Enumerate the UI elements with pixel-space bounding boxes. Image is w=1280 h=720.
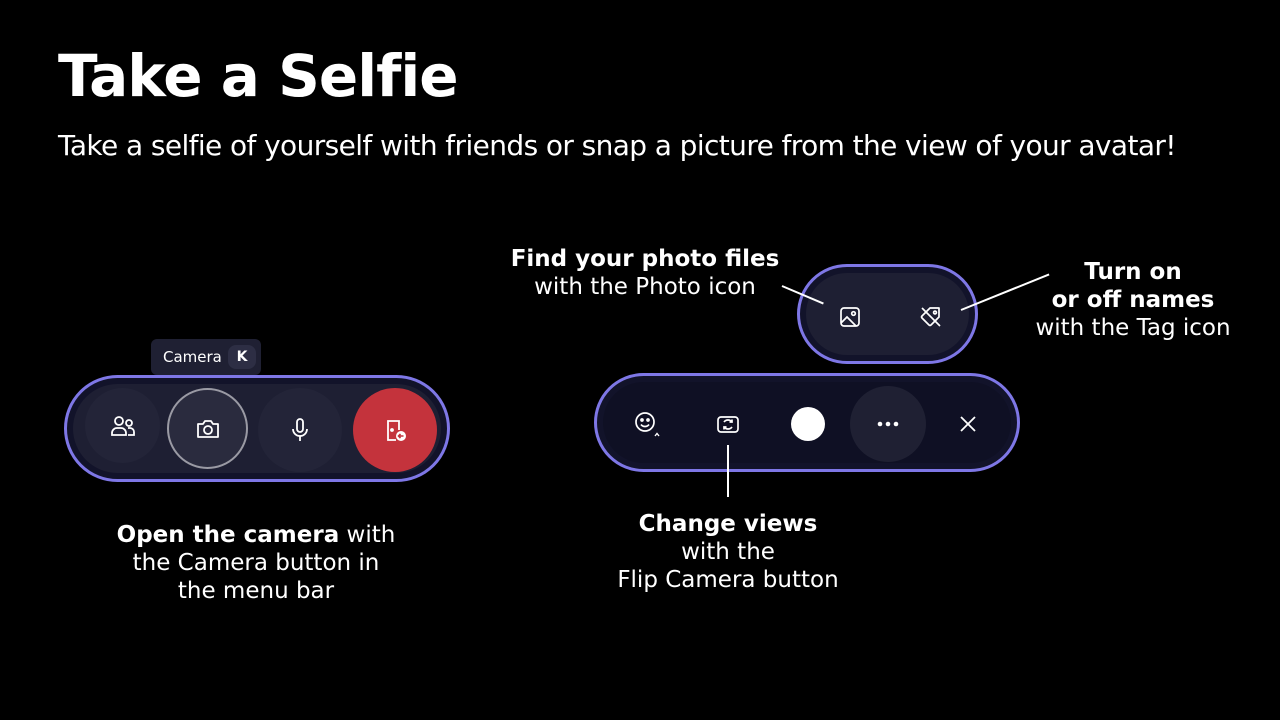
caption-open-camera-bold: Open the camera	[116, 522, 340, 548]
tooltip-shortcut-key: K	[228, 345, 256, 369]
menu-bar	[64, 375, 450, 482]
caption-change-views-line3: Flip Camera button	[617, 567, 839, 593]
microphone-icon	[286, 416, 314, 444]
shutter-icon	[790, 406, 826, 442]
caption-photo-files-line2: with the Photo icon	[534, 274, 756, 300]
more-icon	[877, 421, 899, 427]
caption-names-line2: or off names	[1008, 286, 1258, 314]
photo-toolbar	[797, 264, 978, 364]
flip-camera-icon	[715, 411, 741, 437]
caption-change-views-line2: with the	[681, 539, 775, 565]
more-button[interactable]	[850, 386, 926, 462]
caption-open-camera-line1: Open the camera with	[96, 521, 416, 549]
caption-names-bold1: Turn on	[1084, 259, 1182, 285]
caption-photo-files: Find your photo files with the Photo ico…	[495, 245, 795, 301]
photo-icon	[838, 305, 862, 329]
caption-photo-files-bold: Find your photo files	[495, 245, 795, 273]
caption-names-bold2: or off names	[1051, 287, 1215, 313]
pointer-line-flip	[727, 445, 729, 497]
camera-button[interactable]	[167, 388, 248, 469]
leave-icon	[381, 416, 409, 444]
caption-change-views: Change views with the Flip Camera button	[588, 510, 868, 594]
caption-open-camera-rest: with	[339, 522, 396, 548]
caption-open-camera-line2: the Camera button in	[132, 550, 380, 576]
caption-change-views-line1: Change views	[588, 510, 868, 538]
photo-button[interactable]	[812, 279, 888, 355]
people-icon	[109, 412, 137, 440]
caption-change-views-bold: Change views	[638, 511, 818, 537]
smiley-icon	[632, 409, 662, 439]
close-button[interactable]	[930, 386, 1006, 462]
camera-toolbar	[594, 373, 1020, 472]
page-title: Take a Selfie	[58, 42, 459, 110]
reactions-button[interactable]	[609, 386, 685, 462]
tag-off-icon	[919, 305, 943, 329]
shutter-button[interactable]	[770, 386, 846, 462]
tooltip-label: Camera	[163, 348, 222, 366]
caption-names: Turn on or off names with the Tag icon	[1008, 258, 1258, 342]
people-button[interactable]	[85, 388, 160, 463]
leave-button[interactable]	[353, 388, 437, 472]
camera-icon	[194, 415, 222, 443]
caption-photo-files-title: Find your photo files	[510, 246, 780, 272]
caption-open-camera: Open the camera with the Camera button i…	[96, 521, 416, 605]
caption-names-line3: with the Tag icon	[1035, 315, 1231, 341]
tag-button[interactable]	[893, 279, 969, 355]
close-icon	[958, 414, 978, 434]
microphone-button[interactable]	[258, 388, 342, 472]
caption-names-line1: Turn on	[1008, 258, 1258, 286]
page-subtitle: Take a selfie of yourself with friends o…	[58, 129, 1177, 162]
caption-open-camera-line3: the menu bar	[177, 578, 335, 604]
